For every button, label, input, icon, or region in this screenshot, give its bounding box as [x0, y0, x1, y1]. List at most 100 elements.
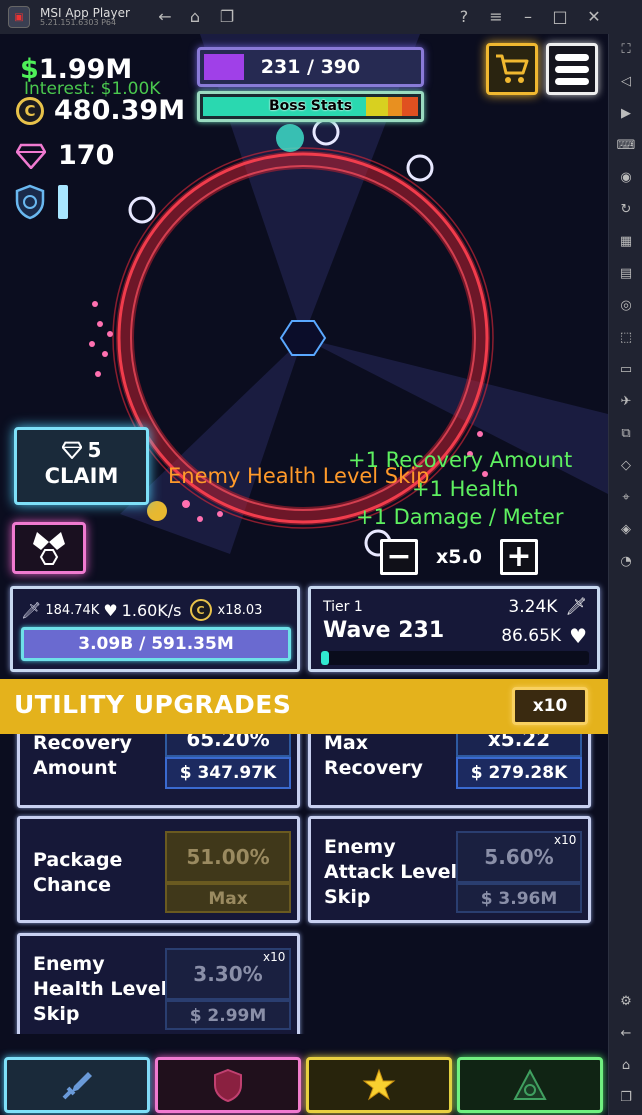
upgrade-name: Recovery Amount	[33, 734, 132, 779]
side-toolbar: ⛶ ◁ ▶ ⌨ ◉ ↻ ▦ ▤ ◎ ⬚ ▭ ✈ ⧉ ◇ ⌖ ◈ ◔ ⚙ ← ⌂ …	[608, 34, 642, 1115]
upgrade-max-recovery[interactable]: Max Recovery x5.22 $ 279.28K	[308, 734, 591, 808]
screenshot-icon[interactable]: ◎	[616, 296, 636, 316]
upgrade-enemy-health-skip[interactable]: Enemy Health Level Skip 3.30% x10 $ 2.99M	[17, 933, 300, 1034]
upgrade-cost-button[interactable]: $ 2.99M	[165, 1000, 291, 1030]
tab-utility[interactable]	[306, 1057, 452, 1113]
upgrade-value: 65.20%	[165, 734, 291, 757]
maximize-icon[interactable]: □	[549, 6, 571, 28]
upgrade-name: Enemy Attack Level Skip	[324, 836, 457, 908]
eco-mode-icon[interactable]: ◔	[616, 552, 636, 572]
upgrade-value: 51.00%	[165, 831, 291, 883]
app-logo-icon: ▣	[8, 6, 30, 28]
heart-icon: ♥	[569, 624, 587, 648]
upgrades-list[interactable]: Recovery Amount 65.20% $ 347.97K Max Recov…	[0, 734, 608, 1034]
upgrades-header: UTILITY UPGRADES x10	[0, 679, 608, 734]
hexagon-tower-icon	[279, 320, 327, 356]
android-back-icon[interactable]: ←	[616, 1024, 636, 1044]
winged-hexagon-icon	[33, 532, 65, 565]
coin-icon: C	[189, 599, 212, 621]
coins-display: C 480.39M	[16, 95, 185, 126]
crop-icon[interactable]: ⬚	[616, 328, 636, 348]
upgrade-value: x5.22	[456, 734, 582, 757]
eraser-icon[interactable]: ◇	[616, 456, 636, 476]
folder-icon[interactable]: ▭	[616, 360, 636, 380]
window-titlebar: ▣ MSI App Player 5.21.151.6303 P64 ← ⌂ ❐…	[0, 0, 642, 34]
speed-decrease-button[interactable]: −	[380, 539, 418, 575]
window-version: 5.21.151.6303 P64	[40, 18, 117, 28]
sword-icon: 🗡	[565, 597, 587, 617]
floating-damage: +1 Damage / Meter	[356, 505, 564, 529]
speed-value: x5.0	[436, 546, 482, 568]
enemy-health: 86.65K ♥	[501, 624, 587, 648]
menu-icon[interactable]: ≡	[485, 6, 507, 28]
wave-info-panel: Tier 1 Wave 231 3.24K 🗡 86.65K ♥	[308, 586, 600, 672]
performance-icon[interactable]: ▦	[616, 232, 636, 252]
speed-increase-button[interactable]: +	[499, 539, 538, 575]
speed-controls: − x5.0 +	[380, 539, 538, 575]
shield-bar	[58, 185, 68, 219]
recent-apps-icon[interactable]: ❐	[216, 6, 238, 28]
star-icon	[362, 1068, 396, 1101]
multi-instance-icon[interactable]: ⧉	[616, 424, 636, 444]
sword-icon	[62, 1072, 92, 1100]
macro-icon[interactable]: ◉	[616, 168, 636, 188]
gem-icon	[16, 143, 46, 169]
android-home-icon[interactable]: ⌂	[616, 1056, 636, 1076]
rotate-icon[interactable]: ↻	[616, 200, 636, 220]
cart-icon	[496, 54, 529, 83]
home-icon[interactable]: ⌂	[184, 6, 206, 28]
upgrade-cost-button[interactable]: $ 279.28K	[456, 757, 582, 789]
upgrade-package-chance[interactable]: Package Chance 51.00% Max	[17, 816, 300, 923]
close-icon[interactable]: ✕	[583, 6, 605, 28]
shield-status	[14, 184, 68, 220]
apk-icon[interactable]: ▤	[616, 264, 636, 284]
sword-icon: 🗡	[21, 600, 42, 620]
tab-special[interactable]	[457, 1057, 603, 1113]
back-icon[interactable]: ←	[154, 6, 176, 28]
screen-record-icon[interactable]: ▶	[616, 104, 636, 124]
heart-icon: ♥	[103, 600, 118, 620]
upgrade-recovery-amount[interactable]: Recovery Amount 65.20% $ 347.97K	[17, 734, 300, 808]
coin-icon: C	[16, 96, 44, 125]
android-recent-icon[interactable]: ❐	[616, 1088, 636, 1108]
keyboard-icon[interactable]: ⌨	[616, 136, 636, 156]
upgrade-multiplier-badge: x10	[554, 833, 577, 847]
game-area[interactable]: $1.99M Interest: $1.00K C 480.39M 170 231…	[0, 34, 608, 1115]
fullscreen-icon[interactable]: ⛶	[616, 40, 636, 60]
wave-progress-track	[321, 651, 589, 665]
wave-progress-bar: 231 / 390	[197, 47, 424, 87]
layers-icon[interactable]: ◈	[616, 520, 636, 540]
shield-icon	[15, 184, 45, 220]
upgrade-name: Package Chance	[33, 849, 123, 896]
boss-stats-button[interactable]: Boss Stats	[197, 91, 424, 122]
player-stats-panel: 🗡 184.74K ♥ 1.60K/s C x18.03 3.09B / 591…	[10, 586, 300, 672]
airplane-icon[interactable]: ✈	[616, 392, 636, 412]
upgrade-name: Enemy Health Level Skip	[33, 953, 168, 1025]
upgrades-title: UTILITY UPGRADES	[14, 690, 292, 719]
location-icon[interactable]: ⌖	[616, 488, 636, 508]
player-damage: 184.74K	[45, 602, 100, 618]
upgrade-enemy-attack-skip[interactable]: Enemy Attack Level Skip 5.60% x10 $ 3.96M	[308, 816, 591, 923]
player-regen: 1.60K/s	[121, 600, 182, 620]
battlefield[interactable]	[0, 34, 608, 679]
shop-button[interactable]	[486, 43, 538, 95]
claim-gems-button[interactable]: 5 CLAIM	[14, 427, 149, 505]
tab-attack[interactable]	[4, 1057, 150, 1113]
upgrade-cost-button[interactable]: $ 3.96M	[456, 883, 582, 913]
tier-label: Tier 1	[323, 599, 363, 615]
settings-icon[interactable]: ⚙	[616, 992, 636, 1012]
tab-defense[interactable]	[155, 1057, 301, 1113]
help-icon[interactable]: ?	[453, 6, 475, 28]
upgrade-name: Max Recovery	[324, 734, 423, 779]
player-coin-multiplier: x18.03	[217, 602, 263, 618]
triangle-eye-icon	[513, 1068, 547, 1100]
upgrade-cost-button[interactable]: $ 347.97K	[165, 757, 291, 789]
coin-drop-icon	[147, 501, 167, 521]
minimize-icon[interactable]: –	[517, 6, 539, 28]
main-menu-button[interactable]	[546, 43, 598, 95]
shield-icon	[214, 1068, 242, 1102]
volume-icon[interactable]: ◁	[616, 72, 636, 92]
floating-health: +1 Health	[412, 477, 519, 501]
buy-multiplier-button[interactable]: x10	[512, 687, 588, 725]
perks-button[interactable]	[12, 522, 86, 574]
